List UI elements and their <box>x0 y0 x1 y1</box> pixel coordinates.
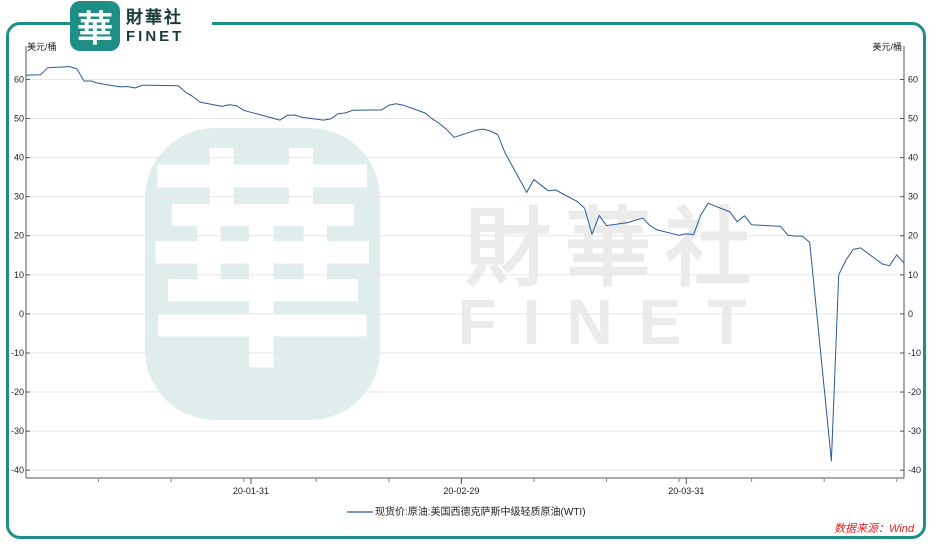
y-tick-label-right: 20 <box>908 231 918 241</box>
y-tick-label-left: 50 <box>14 114 24 124</box>
watermark-chinese-text: 財華社 <box>465 201 765 297</box>
x-tick-label: 20-01-31 <box>233 486 269 496</box>
wti-price-chart: 華 財華社 FINET 美元/桶 美元/桶 60 60 50 50 40 40 30 30 20… <box>11 41 921 518</box>
y-tick-label-right: -10 <box>908 348 921 358</box>
y-tick-label-right: 30 <box>908 192 918 202</box>
y-tick-label-right: 50 <box>908 114 918 124</box>
y-tick-label-right: 0 <box>908 309 913 319</box>
y-tick-label-right: -40 <box>908 465 921 475</box>
y-tick-label-left: -40 <box>11 465 24 475</box>
y-tick-label-left: 10 <box>14 270 24 280</box>
watermark-english-text: FINET <box>458 286 773 358</box>
y-tick-label-right: 10 <box>908 270 918 280</box>
y-tick-label-left: 30 <box>14 192 24 202</box>
legend-label: 现货价:原油:美国西德克萨斯中级轻质原油(WTI) <box>375 505 586 518</box>
y-tick-label-right: 60 <box>908 74 918 84</box>
x-tick-label: 20-02-29 <box>443 486 479 496</box>
y-tick-label-left: 0 <box>19 309 24 319</box>
chart-legend: 现货价:原油:美国西德克萨斯中级轻质原油(WTI) <box>347 505 586 518</box>
y-axis-unit-right: 美元/桶 <box>872 41 902 52</box>
y-tick-label-left: 20 <box>14 231 24 241</box>
y-tick-label-left: -20 <box>11 387 24 397</box>
y-tick-label-left: 40 <box>14 153 24 163</box>
y-tick-label-left: -30 <box>11 426 24 436</box>
data-source-note: 数据来源：Wind <box>834 523 914 535</box>
x-tick-label: 20-03-31 <box>668 486 704 496</box>
y-tick-label-right: -20 <box>908 387 921 397</box>
y-tick-label-left: 60 <box>14 74 24 84</box>
y-tick-label-right: -30 <box>908 426 921 436</box>
watermark: 華 財華社 FINET <box>145 128 773 420</box>
y-axis-unit-left: 美元/桶 <box>27 41 57 52</box>
y-tick-label-left: -10 <box>11 348 24 358</box>
watermark-seal-char: 華 <box>147 137 377 394</box>
y-tick-label-right: 40 <box>908 153 918 163</box>
